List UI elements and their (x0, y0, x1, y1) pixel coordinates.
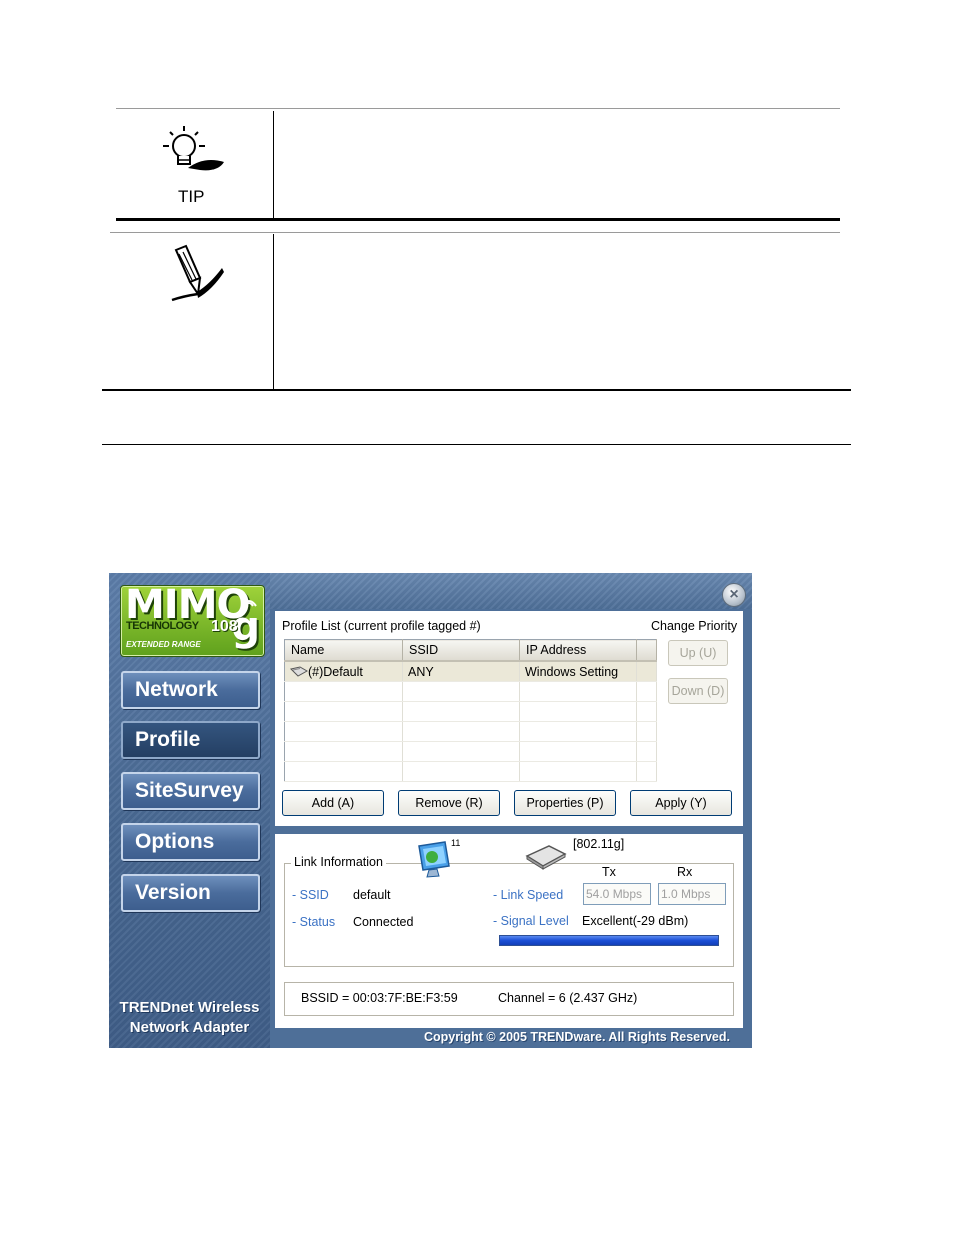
close-icon: × (729, 586, 739, 603)
divider (102, 389, 851, 391)
profile-table[interactable]: Name SSID IP Address (#)Default ANY Wind (284, 639, 657, 782)
tx-speed-field: 54.0 Mbps (583, 883, 651, 905)
empty-cell (636, 661, 657, 682)
status-label: - Status (292, 915, 336, 929)
profile-name-cell: (#)Default (284, 661, 403, 682)
profile-panel: Profile List (current profile tagged #) … (275, 611, 743, 826)
logo-range: EXTENDED RANGE (126, 640, 201, 649)
column-header-name[interactable]: Name (284, 639, 403, 662)
wireless-waves-icon (241, 600, 257, 607)
column-header-spacer (636, 639, 657, 662)
table-row[interactable]: (#)Default ANY Windows Setting (284, 661, 657, 682)
profile-list-title: Profile List (current profile tagged #) (282, 619, 481, 633)
nav-version-button[interactable]: Version (121, 874, 260, 912)
add-profile-button[interactable]: Add (A) (282, 790, 384, 816)
copyright-text: Copyright © 2005 TRENDware. All Rights R… (423, 1030, 730, 1044)
ssid-label: - SSID (292, 888, 329, 902)
computer-icon (418, 841, 450, 878)
table-row (284, 741, 657, 762)
nav-network-button[interactable]: Network (121, 671, 260, 709)
lightbulb-icon (163, 126, 224, 171)
properties-button[interactable]: Properties (P) (514, 790, 616, 816)
profile-card-icon (290, 665, 309, 677)
channel-value: Channel = 6 (2.437 GHz) (498, 991, 638, 1005)
divider (116, 218, 840, 221)
signal-level-label: - Signal Level (493, 914, 569, 928)
link-speed-label: - Link Speed (493, 888, 564, 902)
change-priority-label: Change Priority (651, 619, 738, 633)
link-information-title: Link Information (291, 855, 386, 869)
logo-speed: 108 (211, 618, 238, 635)
pencil-icon (171, 244, 224, 302)
ssid-value: default (353, 888, 391, 902)
divider (116, 108, 840, 109)
table-row (284, 701, 657, 722)
tip-label: TIP (178, 187, 205, 206)
channel-badge: 11 (451, 838, 461, 848)
signal-level-bar (499, 935, 719, 946)
title-bar: × (270, 573, 752, 609)
profile-ip: Windows Setting (519, 661, 637, 682)
brand-footer-line1: TRENDnet Wireless (119, 999, 260, 1016)
bssid-value: BSSID = 00:03:7F:BE:F3:59 (301, 991, 458, 1005)
close-button[interactable]: × (722, 583, 746, 607)
priority-up-button[interactable]: Up (U) (668, 640, 728, 666)
divider (110, 232, 840, 233)
table-row (284, 761, 657, 782)
column-header-ssid[interactable]: SSID (402, 639, 520, 662)
wireless-mode: [802.11g] (573, 837, 625, 851)
rx-speed-field: 1.0 Mbps (658, 883, 726, 905)
mimo-logo: MIMO g TECHNOLOGY 108 EXTENDED RANGE (120, 585, 265, 657)
remove-profile-button[interactable]: Remove (R) (398, 790, 500, 816)
brand-footer-line2: Network Adapter (129, 1019, 250, 1036)
divider (102, 444, 851, 445)
table-row (284, 721, 657, 742)
tx-label: Tx (602, 865, 616, 879)
wireless-utility-window: MIMO g TECHNOLOGY 108 EXTENDED RANGE Net… (109, 573, 752, 1048)
divider (273, 234, 274, 390)
bssid-box: BSSID = 00:03:7F:BE:F3:59 Channel = 6 (2… (284, 982, 734, 1016)
link-information-panel: Link Information 11 [802.11g] Tx Rx - SS… (275, 834, 743, 1028)
signal-level-value: Excellent(-29 dBm) (582, 914, 689, 928)
status-value: Connected (353, 915, 414, 929)
apply-button[interactable]: Apply (Y) (630, 790, 732, 816)
nav-options-button[interactable]: Options (121, 823, 260, 861)
table-row (284, 681, 657, 702)
logo-technology: TECHNOLOGY (126, 620, 199, 632)
profile-ssid: ANY (402, 661, 520, 682)
wireless-adapter-icon (525, 845, 567, 870)
rx-label: Rx (677, 865, 693, 879)
nav-sitesurvey-button[interactable]: SiteSurvey (121, 772, 260, 810)
priority-down-button[interactable]: Down (D) (668, 678, 728, 704)
divider (273, 111, 274, 220)
sidebar: MIMO g TECHNOLOGY 108 EXTENDED RANGE Net… (109, 573, 270, 1048)
profile-name: (#)Default (308, 664, 363, 679)
column-header-ip-address[interactable]: IP Address (519, 639, 637, 662)
nav-profile-button[interactable]: Profile (121, 721, 260, 759)
